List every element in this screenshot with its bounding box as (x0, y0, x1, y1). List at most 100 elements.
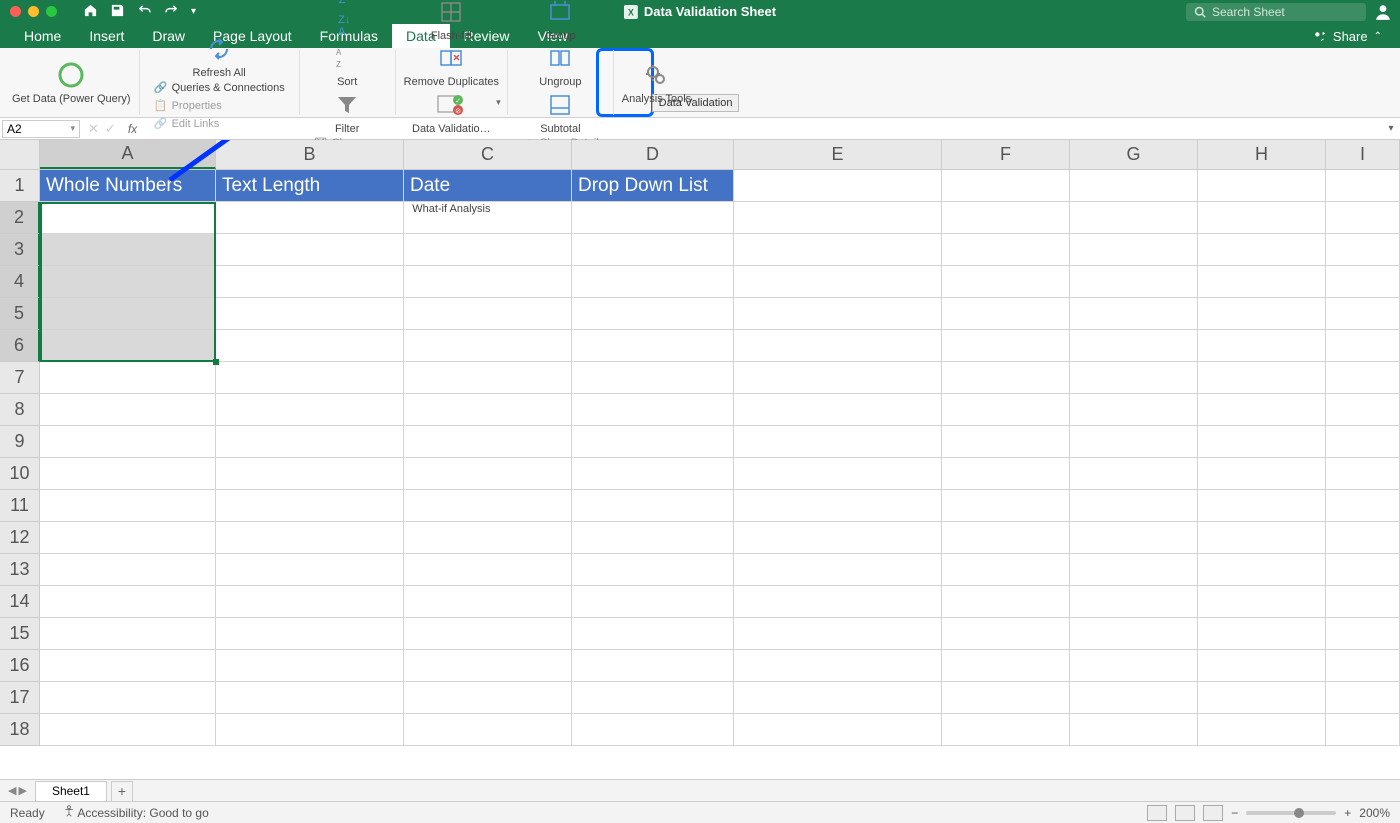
row-header-15[interactable]: 15 (0, 618, 40, 650)
cell[interactable] (734, 458, 942, 490)
cell[interactable] (572, 586, 734, 618)
cell[interactable] (1326, 522, 1400, 554)
row-header-4[interactable]: 4 (0, 266, 40, 298)
cell[interactable] (40, 650, 216, 682)
cell[interactable] (1326, 554, 1400, 586)
cell[interactable] (1326, 330, 1400, 362)
sort-button[interactable]: AZ Sort (331, 42, 363, 88)
cell[interactable] (40, 330, 216, 362)
cell[interactable] (1198, 234, 1326, 266)
cell[interactable] (40, 202, 216, 234)
cell[interactable] (40, 362, 216, 394)
cell[interactable] (216, 586, 404, 618)
cell[interactable] (1326, 490, 1400, 522)
qat-overflow-icon[interactable]: ▾ (191, 6, 196, 17)
expand-formula-bar-icon[interactable]: ▾ (1382, 123, 1400, 134)
select-all-corner[interactable] (0, 140, 40, 169)
row-header-1[interactable]: 1 (0, 170, 40, 202)
accessibility-status[interactable]: Accessibility: Good to go (63, 805, 209, 820)
cell[interactable] (734, 714, 942, 746)
row-header-16[interactable]: 16 (0, 650, 40, 682)
cell[interactable] (734, 170, 942, 202)
view-normal-button[interactable] (1147, 805, 1167, 821)
zoom-level[interactable]: 200% (1359, 806, 1390, 820)
row-header-7[interactable]: 7 (0, 362, 40, 394)
row-header-18[interactable]: 18 (0, 714, 40, 746)
cell[interactable] (1198, 298, 1326, 330)
home-icon[interactable] (83, 3, 98, 21)
cell[interactable] (40, 586, 216, 618)
cell[interactable] (40, 394, 216, 426)
cell[interactable] (1070, 618, 1198, 650)
cell[interactable] (1198, 490, 1326, 522)
search-sheet-box[interactable] (1186, 3, 1366, 21)
cell[interactable] (1326, 202, 1400, 234)
cell[interactable] (216, 362, 404, 394)
view-page-break-button[interactable] (1203, 805, 1223, 821)
cell[interactable] (404, 650, 572, 682)
column-header-b[interactable]: B (216, 140, 404, 169)
cell[interactable] (1070, 202, 1198, 234)
cell[interactable] (942, 202, 1070, 234)
cell[interactable] (734, 490, 942, 522)
cell[interactable] (1198, 170, 1326, 202)
cell[interactable] (404, 426, 572, 458)
save-icon[interactable] (110, 3, 125, 21)
cell[interactable] (572, 618, 734, 650)
cell[interactable] (404, 714, 572, 746)
cell[interactable] (734, 298, 942, 330)
filter-button[interactable]: Filter (331, 89, 363, 135)
cell[interactable] (572, 682, 734, 714)
row-header-2[interactable]: 2 (0, 202, 40, 234)
cell[interactable] (1326, 714, 1400, 746)
cell[interactable] (1198, 586, 1326, 618)
cell[interactable] (40, 554, 216, 586)
cell[interactable] (1326, 458, 1400, 490)
cell[interactable] (572, 234, 734, 266)
zoom-in-button[interactable]: + (1344, 806, 1351, 820)
cell[interactable] (1198, 202, 1326, 234)
row-header-3[interactable]: 3 (0, 234, 40, 266)
selection-fill-handle[interactable] (213, 359, 219, 365)
view-page-layout-button[interactable] (1175, 805, 1195, 821)
cell[interactable] (942, 714, 1070, 746)
cell[interactable] (572, 650, 734, 682)
row-header-9[interactable]: 9 (0, 426, 40, 458)
cell[interactable] (40, 714, 216, 746)
cell[interactable] (1070, 266, 1198, 298)
cell[interactable]: Text Length (216, 170, 404, 202)
cell[interactable] (404, 234, 572, 266)
cell[interactable] (942, 266, 1070, 298)
cell[interactable] (1326, 170, 1400, 202)
cell[interactable] (404, 458, 572, 490)
cell[interactable] (216, 234, 404, 266)
cell[interactable] (572, 554, 734, 586)
cell[interactable] (216, 202, 404, 234)
cell[interactable] (216, 298, 404, 330)
fx-icon[interactable]: fx (122, 122, 143, 136)
cell[interactable] (404, 394, 572, 426)
subtotal-button[interactable]: Subtotal (540, 89, 580, 135)
cell[interactable] (572, 330, 734, 362)
cell[interactable] (734, 394, 942, 426)
cell[interactable] (404, 522, 572, 554)
cell[interactable] (572, 458, 734, 490)
cell[interactable] (1198, 266, 1326, 298)
user-account-icon[interactable] (1374, 3, 1392, 21)
cell[interactable] (942, 522, 1070, 554)
name-box[interactable]: A2▾ (2, 120, 80, 138)
cell[interactable] (40, 682, 216, 714)
row-header-10[interactable]: 10 (0, 458, 40, 490)
cell[interactable] (734, 618, 942, 650)
cancel-formula-icon[interactable]: ✕ (88, 121, 99, 137)
cell[interactable] (1326, 586, 1400, 618)
cell[interactable] (1326, 362, 1400, 394)
cell[interactable] (40, 298, 216, 330)
zoom-out-button[interactable]: − (1231, 806, 1238, 820)
row-header-17[interactable]: 17 (0, 682, 40, 714)
row-header-5[interactable]: 5 (0, 298, 40, 330)
cell[interactable] (216, 330, 404, 362)
get-data-button[interactable]: Get Data (Power Query) (12, 59, 131, 105)
cell[interactable] (572, 362, 734, 394)
cell[interactable] (1070, 554, 1198, 586)
